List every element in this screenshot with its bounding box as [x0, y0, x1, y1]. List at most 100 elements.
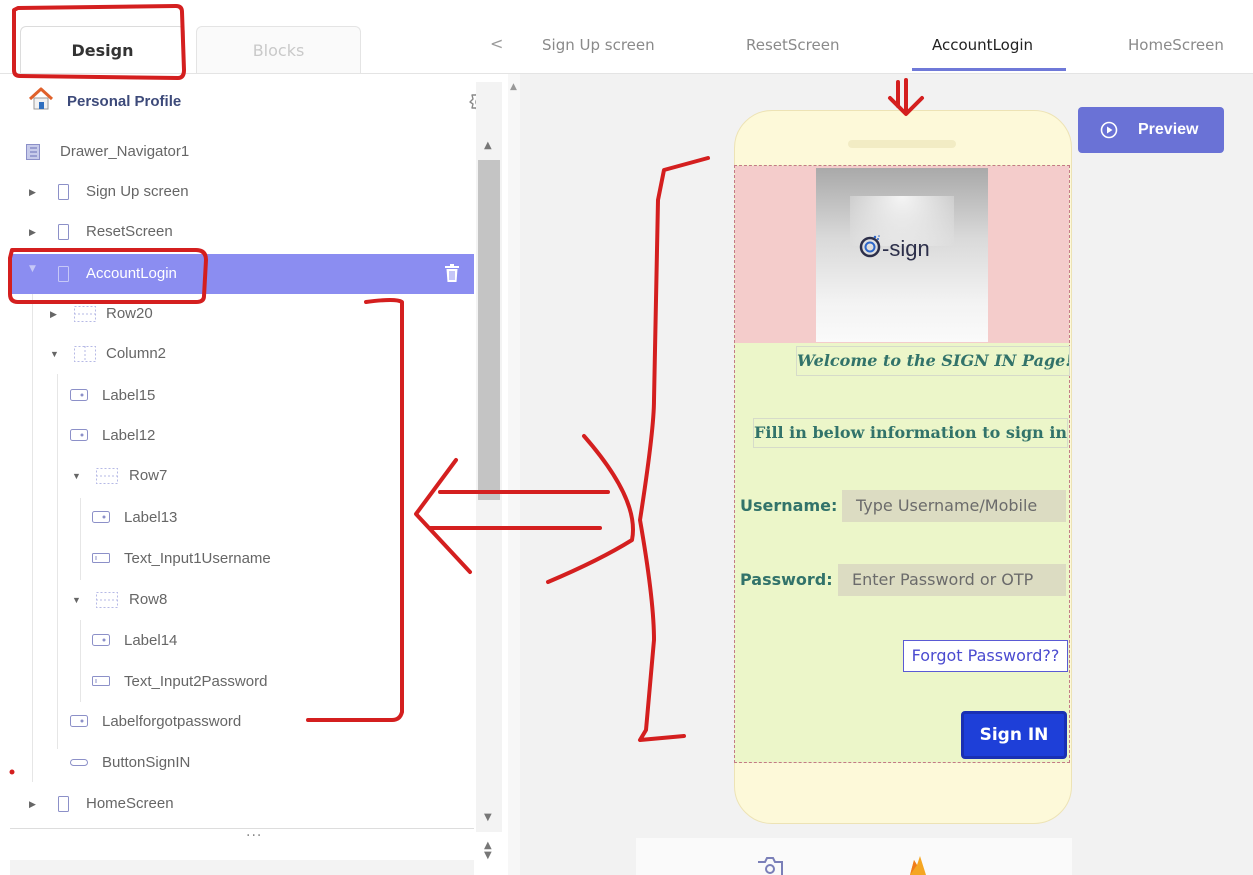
- logo-text: -sign: [882, 236, 930, 261]
- e-sign-logo-icon: [859, 235, 881, 258]
- tree-guide-line: [57, 374, 58, 749]
- label-icon: [70, 715, 88, 727]
- expand-caret-icon[interactable]: ▼: [50, 338, 59, 370]
- drawer-icon: [26, 144, 40, 160]
- screen-tab-signup[interactable]: Sign Up screen: [542, 36, 655, 54]
- tree-guide-line: [80, 498, 81, 580]
- instruction-label: Fill in below information to sign in: [753, 418, 1068, 448]
- row-icon: [96, 592, 118, 608]
- tree-item-label: Text_Input2Password: [124, 673, 268, 690]
- forgot-password-link[interactable]: Forgot Password??: [903, 640, 1068, 672]
- tree-item-label13[interactable]: Label13: [92, 502, 472, 534]
- project-title: Personal Profile: [67, 93, 182, 110]
- expand-caret-icon[interactable]: ▶: [50, 298, 57, 330]
- tree-item-label15[interactable]: Label15: [70, 380, 470, 412]
- label-icon: [70, 389, 88, 401]
- column-icon: [74, 346, 96, 362]
- tree-item-label14[interactable]: Label14: [92, 625, 472, 657]
- tree-item-text-input1[interactable]: Text_Input1Username: [92, 543, 472, 575]
- text-input-icon: [92, 553, 110, 563]
- tree-item-label: Label14: [124, 632, 178, 649]
- label-icon: [92, 634, 110, 646]
- scroll-up-arrow-icon[interactable]: ▲: [484, 140, 492, 151]
- tree-item-label: AccountLogin: [86, 265, 177, 282]
- tree-item-label: Labelforgotpassword: [102, 713, 242, 730]
- tree-item-button[interactable]: ButtonSignIN: [70, 747, 470, 779]
- tree-item-home[interactable]: ▶ HomeScreen: [26, 788, 466, 820]
- play-icon: [1100, 121, 1118, 139]
- tree-item-column2[interactable]: ▼ Column2: [50, 338, 470, 370]
- tree-item-label: Row8: [129, 591, 168, 608]
- viewer-bottom-toolbar: [636, 838, 1072, 875]
- expand-caret-icon[interactable]: ▶: [29, 788, 36, 820]
- tree-horizontal-scrollbar[interactable]: [10, 860, 474, 875]
- tab-design[interactable]: Design: [20, 26, 185, 74]
- screen-tabs-prev-arrow[interactable]: <: [490, 34, 503, 53]
- screen-icon: [58, 184, 69, 200]
- screen-tab-reset[interactable]: ResetScreen: [746, 36, 839, 54]
- active-tab-indicator: [912, 68, 1066, 71]
- tree-guide-line: [80, 620, 81, 702]
- welcome-label: Welcome to the SIGN IN Page!: [796, 346, 1070, 376]
- tree-item-label: HomeScreen: [86, 795, 174, 812]
- scroll-down-arrow-icon[interactable]: ▼: [484, 812, 492, 823]
- viewer-scrollbar[interactable]: ▲: [508, 74, 520, 875]
- username-label: Username:: [740, 496, 838, 515]
- tree-item-text-input2[interactable]: Text_Input2Password: [92, 666, 472, 698]
- screen-tab-accountlogin[interactable]: AccountLogin: [932, 36, 1033, 54]
- tree-item-row8[interactable]: ▼ Row8: [72, 584, 472, 616]
- tree-item-signup[interactable]: ▶ Sign Up screen: [26, 176, 466, 208]
- screen-icon: [58, 266, 69, 282]
- expand-caret-icon[interactable]: ▶: [29, 216, 36, 248]
- expand-caret-icon[interactable]: ▼: [72, 460, 81, 492]
- tree-item-row20[interactable]: ▶ Row20: [50, 298, 470, 330]
- phone-speaker: [848, 140, 956, 148]
- tree-item-label: Text_Input1Username: [124, 550, 271, 567]
- text-input-icon: [92, 676, 110, 686]
- screen-tab-home[interactable]: HomeScreen: [1128, 36, 1224, 54]
- tree-item-label: Label15: [102, 387, 156, 404]
- home-icon: [28, 87, 54, 110]
- scroll-up-arrow-icon[interactable]: ▲: [510, 82, 517, 92]
- camera-icon[interactable]: [756, 856, 784, 875]
- tree-item-label: Column2: [106, 345, 167, 362]
- tree-item-label: Label13: [124, 509, 178, 526]
- tree-item-label: Row7: [129, 467, 168, 484]
- sign-in-button[interactable]: Sign IN: [961, 711, 1067, 759]
- tree-item-label: Label12: [102, 427, 156, 444]
- tree-item-accountlogin-selected[interactable]: ▼ AccountLogin: [10, 254, 474, 294]
- tree-item-drawer[interactable]: Drawer_Navigator1: [26, 136, 466, 168]
- row-icon: [74, 306, 96, 322]
- tree-guide-line: [32, 292, 33, 782]
- password-label: Password:: [740, 570, 833, 589]
- scroll-down-arrow-icon[interactable]: ▼: [484, 850, 492, 861]
- expand-caret-icon[interactable]: ▼: [29, 264, 36, 274]
- label-icon: [92, 511, 110, 523]
- screen-icon: [58, 796, 69, 812]
- panel-divider: [10, 828, 474, 829]
- expand-caret-icon[interactable]: ▼: [72, 584, 81, 616]
- preview-button[interactable]: Preview: [1078, 107, 1224, 153]
- tree-scrollbar-thumb[interactable]: [478, 160, 500, 500]
- row-icon: [96, 468, 118, 484]
- expand-caret-icon[interactable]: ▶: [29, 176, 36, 208]
- tree-item-label12[interactable]: Label12: [70, 420, 470, 452]
- tree-item-row7[interactable]: ▼ Row7: [72, 460, 472, 492]
- tree-item-label: Drawer_Navigator1: [60, 143, 190, 160]
- tree-item-label: Row20: [106, 305, 153, 322]
- tree-item-label: Sign Up screen: [86, 183, 189, 200]
- trash-icon[interactable]: [444, 263, 460, 283]
- tree-item-labelforgot[interactable]: Labelforgotpassword: [70, 706, 470, 738]
- top-bar: Design Blocks < Sign Up screen ResetScre…: [0, 0, 1253, 74]
- label-icon: [70, 429, 88, 441]
- panel-resize-handle[interactable]: ...: [246, 824, 262, 840]
- tree-item-label: ButtonSignIN: [102, 754, 191, 771]
- username-input[interactable]: Type Username/Mobile: [842, 490, 1066, 522]
- preview-label: Preview: [1138, 121, 1199, 138]
- tree-item-reset[interactable]: ▶ ResetScreen: [26, 216, 466, 248]
- button-icon: [70, 759, 88, 766]
- firebase-icon[interactable]: [908, 856, 928, 875]
- tab-blocks[interactable]: Blocks: [196, 26, 361, 74]
- screen-icon: [58, 224, 69, 240]
- password-input[interactable]: Enter Password or OTP: [838, 564, 1066, 596]
